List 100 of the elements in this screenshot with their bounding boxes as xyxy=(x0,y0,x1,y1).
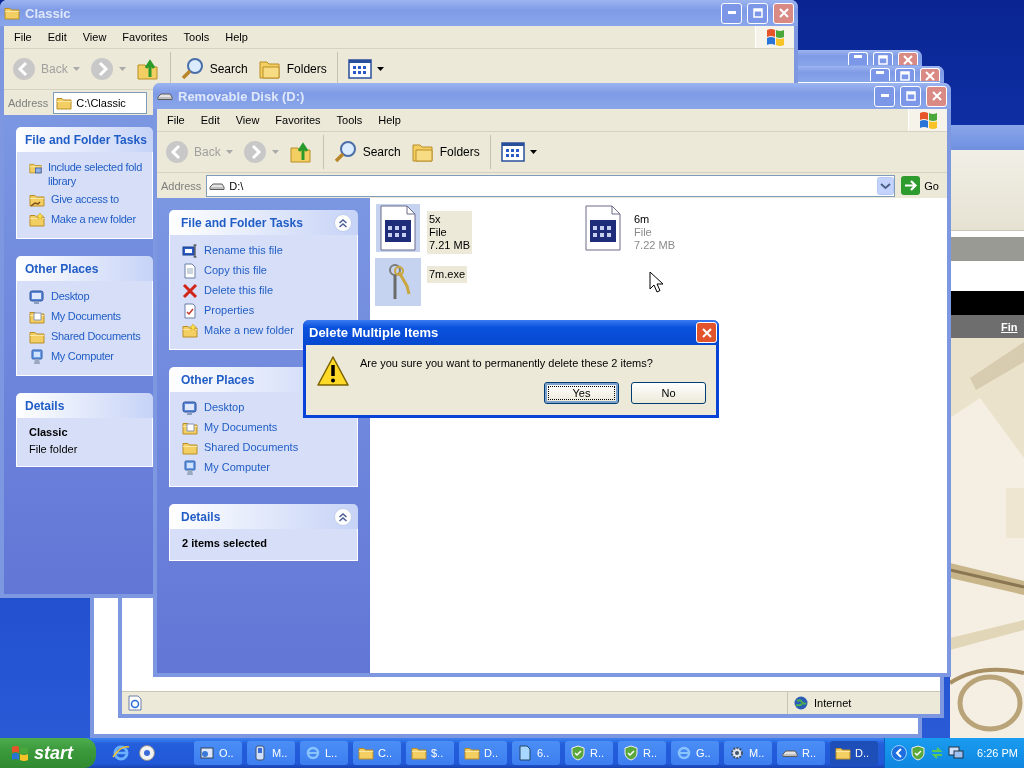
up-folder-icon xyxy=(288,140,313,164)
taskbar-button[interactable]: R.. xyxy=(777,741,825,765)
task-link[interactable]: Make a new folder xyxy=(204,323,294,337)
search-button[interactable]: Search xyxy=(329,138,405,166)
menu-item[interactable]: View xyxy=(227,109,268,131)
minimize-icon xyxy=(876,71,884,75)
menu-item[interactable]: Edit xyxy=(192,109,228,131)
views-icon xyxy=(347,58,372,80)
taskbar-button[interactable]: D.. xyxy=(830,741,878,765)
taskbar-button[interactable]: O.. xyxy=(194,741,242,765)
task-link[interactable]: Shared Documents xyxy=(204,440,299,454)
task-link[interactable]: My Documents xyxy=(204,420,278,434)
taskbar-button[interactable]: M.. xyxy=(724,741,772,765)
taskbar-button[interactable]: R.. xyxy=(618,741,666,765)
task-link[interactable]: My Documents xyxy=(51,309,121,323)
documents-folder-icon xyxy=(29,309,45,325)
task-link[interactable]: Desktop xyxy=(204,400,245,414)
task-link[interactable]: Rename this file xyxy=(204,243,283,257)
shield-icon[interactable] xyxy=(910,745,926,761)
menu-item[interactable]: File xyxy=(159,109,193,131)
maximize-icon xyxy=(900,71,910,81)
menu-item[interactable]: Tools xyxy=(328,109,371,131)
close-button[interactable] xyxy=(926,85,947,107)
minimize-button[interactable] xyxy=(874,85,895,107)
details-text: Classic xyxy=(29,426,68,439)
taskbar-button[interactable]: L.. xyxy=(300,741,348,765)
dialog-button[interactable]: No xyxy=(631,382,706,404)
folder-icon xyxy=(464,745,480,761)
minimize-button[interactable] xyxy=(848,52,868,65)
minimize-icon xyxy=(880,94,889,98)
documents-folder-icon xyxy=(182,420,198,436)
window-title: Classic xyxy=(25,5,71,21)
keys-icon[interactable] xyxy=(375,258,421,306)
maximize-button[interactable] xyxy=(895,68,915,81)
file-label[interactable]: 7m.exe xyxy=(427,266,468,283)
minimize-button[interactable] xyxy=(870,68,890,81)
document-file-icon[interactable] xyxy=(375,203,421,253)
page-icon xyxy=(182,263,198,279)
caret-icon xyxy=(529,150,537,154)
file-label[interactable]: 6m File 7.22 MB xyxy=(632,211,677,254)
monitor-icon[interactable] xyxy=(948,745,964,761)
taskbar-button[interactable]: C.. xyxy=(353,741,401,765)
close-button[interactable] xyxy=(773,2,794,24)
menu-item[interactable]: Tools xyxy=(175,26,218,48)
folders-button[interactable]: Folders xyxy=(253,55,331,83)
menu-item[interactable]: View xyxy=(74,26,115,48)
close-button[interactable] xyxy=(696,322,717,343)
minimize-button[interactable] xyxy=(721,2,742,24)
browser-icon[interactable] xyxy=(112,744,130,762)
taskbar-button[interactable]: 6.. xyxy=(512,741,560,765)
close-button[interactable] xyxy=(898,52,918,65)
task-link[interactable]: Desktop xyxy=(51,289,90,303)
nav-link[interactable]: Fin xyxy=(1001,320,1018,333)
address-field[interactable]: C:\Classic xyxy=(53,91,148,114)
show-hidden-icons-button[interactable] xyxy=(891,745,907,761)
address-field[interactable]: D:\ xyxy=(206,174,896,197)
media-player-icon[interactable] xyxy=(138,744,156,762)
taskbar-button[interactable]: M.. xyxy=(247,741,295,765)
task-link[interactable]: My Computer xyxy=(204,460,271,474)
menu-item[interactable]: File xyxy=(6,26,40,48)
menu-item[interactable]: Help xyxy=(370,109,409,131)
collapse-chevron-icon[interactable] xyxy=(334,507,352,526)
task-link[interactable]: Copy this file xyxy=(204,263,267,277)
maximize-button[interactable] xyxy=(873,52,893,65)
taskbar-button[interactable]: G.. xyxy=(671,741,719,765)
collapse-chevron-icon[interactable] xyxy=(334,213,352,232)
task-link[interactable]: Delete this file xyxy=(204,283,274,297)
document-icon xyxy=(517,745,533,761)
menu-item[interactable]: Help xyxy=(217,26,256,48)
task-link[interactable]: Make a new folder xyxy=(51,212,136,226)
details-text: File folder xyxy=(29,443,78,456)
task-link[interactable]: Include selected fold library xyxy=(48,160,142,188)
taskbar-button[interactable]: $.. xyxy=(406,741,454,765)
task-link[interactable]: My Computer xyxy=(51,349,114,363)
taskbar-button[interactable]: R.. xyxy=(565,741,613,765)
menu-item[interactable]: Favorites xyxy=(114,26,176,48)
shield-icon xyxy=(623,745,639,761)
menu-item[interactable]: Favorites xyxy=(267,109,329,131)
taskbar-button[interactable]: D.. xyxy=(459,741,507,765)
maximize-button[interactable] xyxy=(900,85,921,107)
warning-icon xyxy=(316,355,350,387)
start-button[interactable]: start xyxy=(0,738,96,768)
task-link[interactable]: Shared Documents xyxy=(51,329,141,343)
properties-icon xyxy=(182,303,198,319)
task-link[interactable]: Give access to xyxy=(51,192,119,206)
search-button[interactable]: Search xyxy=(176,55,252,83)
dialog-button[interactable]: Yes xyxy=(544,382,619,404)
globe-icon xyxy=(794,696,808,710)
folders-button[interactable]: Folders xyxy=(406,138,484,166)
go-button[interactable]: Go xyxy=(897,176,943,195)
rename-icon xyxy=(182,243,198,259)
dialog-message: Are you sure you want to permanently delete these 2 items? xyxy=(360,356,654,369)
task-link[interactable]: Properties xyxy=(204,303,255,317)
close-button[interactable] xyxy=(920,68,940,81)
file-label[interactable]: 5x File 7.21 MB xyxy=(427,211,472,254)
new-folder-icon xyxy=(29,212,45,228)
maximize-button[interactable] xyxy=(747,2,768,24)
menu-item[interactable]: Edit xyxy=(39,26,75,48)
browser-icon xyxy=(305,745,321,761)
panel-header: Details xyxy=(169,504,358,529)
